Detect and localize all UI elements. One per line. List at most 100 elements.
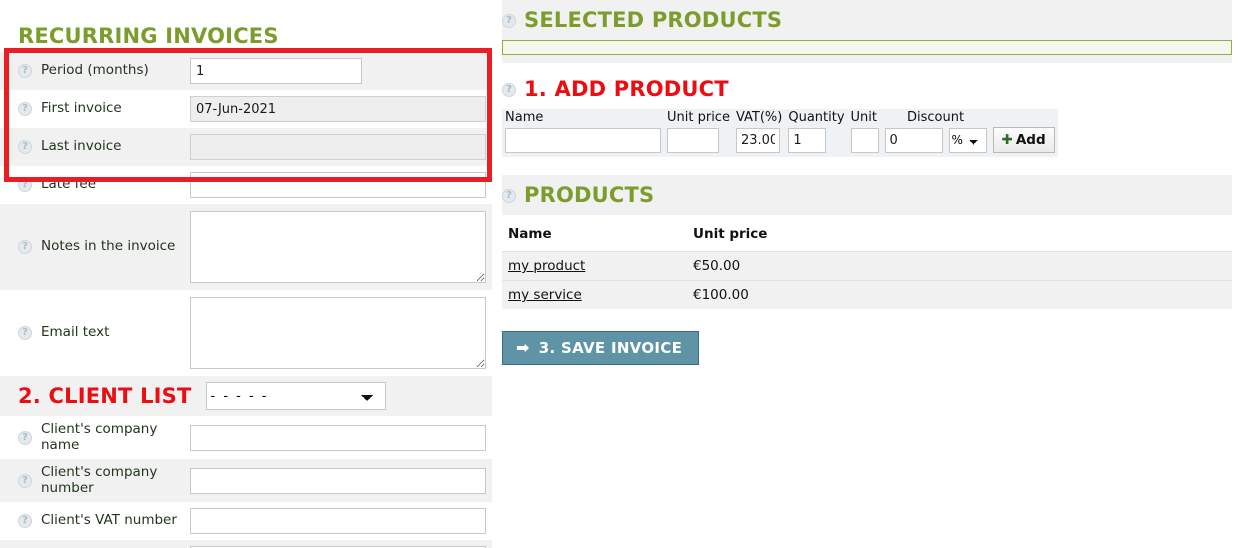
discount-mode-select[interactable]: % xyxy=(948,127,987,153)
client-company-name-input[interactable] xyxy=(190,424,486,451)
products-header-row: Name Unit price xyxy=(502,221,1232,252)
form-row-client-vat-number: ? Client's VAT number xyxy=(0,502,492,541)
label-cell: ? Period (months) xyxy=(0,52,190,90)
field-cell xyxy=(190,290,492,376)
product-price-cell: €50.00 xyxy=(687,251,1232,281)
col-header-name: Name xyxy=(505,110,544,125)
products-col-name: Name xyxy=(508,226,552,242)
field-label: Client's company number xyxy=(41,464,158,496)
cell-add-button: ✚ Add xyxy=(990,127,1058,157)
field-cell xyxy=(190,502,492,540)
recurring-invoice-form: ? Period (months) ? First invoice xyxy=(0,52,492,548)
email-text-textarea[interactable] xyxy=(190,297,486,369)
add-product-section: ? 1. ADD PRODUCT Name Unit price VAT(%) … xyxy=(502,77,1232,161)
client-company-number-input[interactable] xyxy=(190,467,486,494)
period-months-input[interactable] xyxy=(190,58,362,84)
late-fee-input[interactable] xyxy=(190,172,486,198)
label-cell: ? Client's VAT number xyxy=(0,502,190,540)
col-header-discount: Discount xyxy=(906,110,965,125)
form-row-last-invoice: ? Last invoice xyxy=(0,128,492,166)
invoice-form-page: RECURRING INVOICES ? Period (months) ? F… xyxy=(0,0,1245,548)
help-icon[interactable]: ? xyxy=(18,240,32,254)
field-cell xyxy=(190,540,492,548)
help-icon[interactable]: ? xyxy=(502,189,516,203)
product-link[interactable]: my service xyxy=(508,287,582,303)
first-invoice-input[interactable] xyxy=(190,96,486,122)
cell-discount xyxy=(882,127,946,157)
right-panel: ? SELECTED PRODUCTS ? 1. ADD PRODUCT Nam… xyxy=(502,0,1232,365)
help-icon[interactable]: ? xyxy=(18,430,32,445)
help-icon[interactable]: ? xyxy=(18,178,32,192)
field-label: Last invoice xyxy=(41,138,122,155)
cell-name xyxy=(502,127,664,157)
help-icon[interactable]: ? xyxy=(502,14,516,28)
cell-quantity xyxy=(785,127,847,157)
selected-products-list[interactable] xyxy=(502,40,1232,55)
label-cell: ? Late fee xyxy=(0,166,190,204)
product-unit-input[interactable] xyxy=(850,127,879,153)
cell-discount-mode: % xyxy=(946,127,990,157)
product-discount-input[interactable] xyxy=(884,127,943,153)
cell-vat xyxy=(733,127,785,157)
field-cell xyxy=(190,166,492,204)
selected-products-title: SELECTED PRODUCTS xyxy=(524,8,783,32)
selected-products-section: ? SELECTED PRODUCTS xyxy=(502,0,1232,63)
form-row-late-fee: ? Late fee xyxy=(0,166,492,204)
field-cell xyxy=(190,90,492,128)
notes-in-invoice-textarea[interactable] xyxy=(190,211,486,283)
col-header-vat: VAT(%) xyxy=(735,110,783,125)
field-label: Client's company name xyxy=(41,421,158,453)
product-name-input[interactable] xyxy=(505,127,661,153)
product-quantity-input[interactable] xyxy=(788,127,827,153)
help-icon[interactable]: ? xyxy=(18,140,32,154)
field-cell xyxy=(190,52,492,90)
products-title: PRODUCTS xyxy=(524,183,655,207)
product-vat-input[interactable] xyxy=(735,127,780,153)
label-cell: ? First invoice xyxy=(0,90,190,128)
product-unit-price-input[interactable] xyxy=(667,127,719,153)
table-row: my product €50.00 xyxy=(502,251,1232,281)
page-title: RECURRING INVOICES xyxy=(18,24,279,48)
col-header-unit: Unit xyxy=(850,110,877,125)
label-cell: ? Client's company number xyxy=(0,459,190,502)
cell-unit-price xyxy=(664,127,733,157)
field-cell xyxy=(190,204,492,290)
help-icon[interactable]: ? xyxy=(18,64,32,78)
field-label: Notes in the invoice xyxy=(41,238,176,255)
last-invoice-input[interactable] xyxy=(190,134,486,160)
products-table: Name Unit price my product €50.00 my ser… xyxy=(502,221,1232,309)
label-cell: ? Last invoice xyxy=(0,128,190,166)
label-cell: ? Client's company name xyxy=(0,416,190,459)
help-icon[interactable]: ? xyxy=(502,83,516,97)
add-product-button[interactable]: ✚ Add xyxy=(992,127,1055,153)
save-invoice-button[interactable]: ➡ 3. SAVE INVOICE xyxy=(502,331,700,365)
help-icon[interactable]: ? xyxy=(18,514,32,529)
plus-icon: ✚ xyxy=(1001,132,1013,148)
cell-unit xyxy=(848,127,882,157)
help-icon[interactable]: ? xyxy=(18,326,32,340)
add-button-label: Add xyxy=(1015,132,1046,148)
label-cell: ? Email text xyxy=(0,290,190,376)
help-icon[interactable]: ? xyxy=(18,473,32,488)
form-row-client-company-number: ? Client's company number xyxy=(0,459,492,503)
field-cell xyxy=(190,416,492,459)
field-label: Email text xyxy=(41,324,110,341)
label-cell: ? Notes in the invoice xyxy=(0,204,190,290)
field-label: Client's VAT number xyxy=(41,512,177,529)
form-row-next-partial xyxy=(0,540,492,548)
left-panel: RECURRING INVOICES ? Period (months) ? F… xyxy=(0,0,492,548)
client-list-select[interactable]: - - - - - xyxy=(205,382,386,410)
client-list-title: 2. CLIENT LIST xyxy=(18,384,192,408)
form-row-email-text: ? Email text xyxy=(0,290,492,376)
add-product-title: 1. ADD PRODUCT xyxy=(524,77,729,101)
product-link[interactable]: my product xyxy=(508,258,585,274)
products-header: ? PRODUCTS xyxy=(502,183,1232,207)
field-label: First invoice xyxy=(41,100,122,117)
client-vat-number-input[interactable] xyxy=(190,508,486,535)
col-header-action xyxy=(990,109,1058,127)
help-icon[interactable]: ? xyxy=(18,102,32,116)
label-cell xyxy=(0,540,190,548)
client-list-band: 2. CLIENT LIST - - - - - xyxy=(0,376,492,416)
col-header-quantity: Quantity xyxy=(788,110,845,125)
form-row-period: ? Period (months) xyxy=(0,52,492,90)
